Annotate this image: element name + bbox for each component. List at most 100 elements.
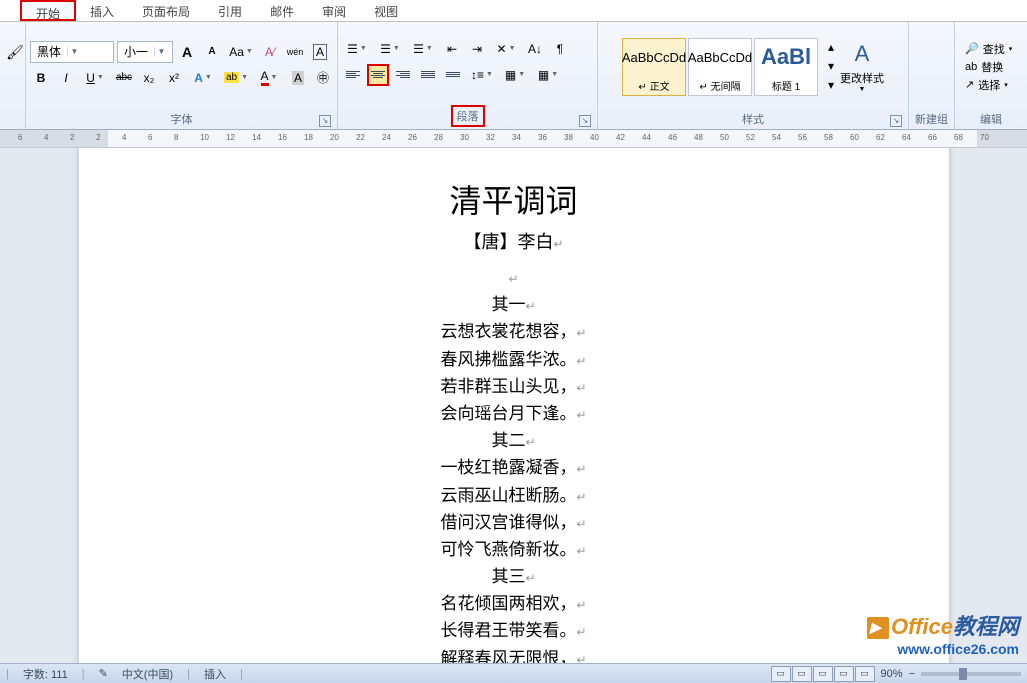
enclose-char-button[interactable]: ㊥ — [312, 67, 334, 89]
numbering-button[interactable]: ☰▼ — [375, 38, 405, 60]
shading-button[interactable]: ▦▼ — [500, 64, 530, 86]
borders-icon: ▦ — [538, 68, 549, 82]
format-painter-button[interactable]: 🖌 — [4, 42, 26, 64]
slider-thumb[interactable] — [959, 668, 967, 680]
subscript-button[interactable]: x₂ — [138, 67, 160, 89]
spellcheck-icon[interactable]: ✎ — [99, 667, 108, 680]
document-line[interactable]: 名花倾国两相欢，↵ — [179, 590, 849, 617]
style-item-nospacing[interactable]: AaBbCcDd ↵ 无间隔 — [688, 38, 752, 96]
style-gallery[interactable]: AaBbCcDd ↵ 正文 AaBbCcDd ↵ 无间隔 AaBl 标题 1 ▴… — [622, 38, 834, 96]
zoom-out-button[interactable]: − — [909, 668, 915, 680]
view-outline-button[interactable]: ▭ — [834, 666, 854, 682]
find-icon: 🔎 — [965, 42, 979, 55]
increase-indent-button[interactable]: ⇥ — [466, 38, 488, 60]
document-line[interactable]: 借问汉宫谁得似，↵ — [179, 509, 849, 536]
dec-indent-icon: ⇤ — [447, 42, 457, 56]
bullets-button[interactable]: ☰▼ — [342, 38, 372, 60]
show-marks-button[interactable]: ¶ — [549, 38, 571, 60]
highlight-button[interactable]: ab▼ — [221, 67, 251, 89]
tab-view[interactable]: 视图 — [360, 0, 412, 21]
styles-dialog-launcher[interactable]: ↘ — [890, 115, 902, 127]
superscript-button[interactable]: x² — [163, 67, 185, 89]
document-author[interactable]: 【唐】李白↵ — [179, 228, 849, 254]
find-button[interactable]: 🔎查找▾ — [965, 41, 1017, 57]
select-button[interactable]: ↗选择▾ — [965, 77, 1017, 93]
gallery-down-button[interactable]: ▾ — [820, 57, 842, 76]
document-line[interactable]: 长得君王带笑看。↵ — [179, 617, 849, 644]
font-size-combo[interactable]: 小一 ▼ — [117, 41, 173, 63]
change-styles-button[interactable]: A 更改样式 ▼ — [840, 33, 884, 101]
wordcount[interactable]: 字数: 111 — [23, 666, 68, 682]
style-item-body[interactable]: AaBbCcDd ↵ 正文 — [622, 38, 686, 96]
view-draft-button[interactable]: ▭ — [855, 666, 875, 682]
zoom-level[interactable]: 90% — [881, 668, 903, 680]
view-fullscreen-button[interactable]: ▭ — [792, 666, 812, 682]
align-left-button[interactable] — [342, 64, 364, 86]
shrink-font-icon: A — [208, 46, 215, 57]
justify-button[interactable] — [417, 64, 439, 86]
insert-mode[interactable]: 插入 — [204, 666, 226, 682]
change-case-button[interactable]: Aa▼ — [226, 41, 256, 63]
decrease-indent-button[interactable]: ⇤ — [441, 38, 463, 60]
char-border-button[interactable]: A — [309, 41, 331, 63]
style-name: ↵ 无间隔 — [697, 76, 742, 95]
style-preview: AaBl — [761, 39, 811, 76]
tab-home[interactable]: 开始 — [20, 0, 76, 21]
zoom-slider[interactable] — [921, 672, 1021, 676]
horizontal-ruler[interactable]: 6422468101214161820222426283032343638404… — [0, 130, 1027, 148]
font-color-button[interactable]: A▼ — [254, 67, 284, 89]
document-line[interactable]: 会向瑶台月下逢。↵ — [179, 400, 849, 427]
document-area[interactable]: 清平调词 【唐】李白↵ ↵ 其一↵云想衣裳花想容，↵春风拂槛露华浓。↵若非群玉山… — [0, 148, 1027, 663]
borders-button[interactable]: ▦▼ — [533, 64, 563, 86]
shrink-font-button[interactable]: A — [201, 41, 223, 63]
align-center-icon — [371, 71, 385, 78]
strike-button[interactable]: abc — [113, 67, 135, 89]
grow-font-button[interactable]: A — [176, 41, 198, 63]
view-print-button[interactable]: ▭ — [771, 666, 791, 682]
document-line[interactable]: 解释春风无限恨，↵ — [179, 645, 849, 663]
text-effect-button[interactable]: A▼ — [188, 67, 218, 89]
style-item-heading1[interactable]: AaBl 标题 1 — [754, 38, 818, 96]
sort-button[interactable]: A↓ — [524, 38, 546, 60]
tab-references[interactable]: 引用 — [204, 0, 256, 21]
document-line[interactable]: 一枝红艳露凝香，↵ — [179, 454, 849, 481]
bold-button[interactable]: B — [30, 67, 52, 89]
tab-pagelayout[interactable]: 页面布局 — [128, 0, 204, 21]
paragraph-dialog-launcher[interactable]: ↘ — [579, 115, 591, 127]
clear-format-button[interactable]: A⁄ — [259, 41, 281, 63]
align-center-button[interactable] — [367, 64, 389, 86]
tab-review[interactable]: 审阅 — [308, 0, 360, 21]
font-dialog-launcher[interactable]: ↘ — [319, 115, 331, 127]
gallery-up-button[interactable]: ▴ — [820, 38, 842, 57]
italic-button[interactable]: I — [55, 67, 77, 89]
tab-insert[interactable]: 插入 — [76, 0, 128, 21]
document-line[interactable]: ↵ — [179, 264, 849, 291]
document-line[interactable]: 可怜飞燕倚新妆。↵ — [179, 536, 849, 563]
document-line[interactable]: 云雨巫山枉断肠。↵ — [179, 482, 849, 509]
cjk-layout-button[interactable]: ✕▼ — [491, 38, 521, 60]
page[interactable]: 清平调词 【唐】李白↵ ↵ 其一↵云想衣裳花想容，↵春风拂槛露华浓。↵若非群玉山… — [79, 148, 949, 663]
gallery-more-button[interactable]: ▾ — [820, 76, 842, 95]
align-right-button[interactable] — [392, 64, 414, 86]
view-web-button[interactable]: ▭ — [813, 666, 833, 682]
section-heading[interactable]: 其二↵ — [179, 427, 849, 454]
phonetic-guide-button[interactable]: wén — [284, 41, 306, 63]
underline-icon: U — [86, 71, 95, 85]
style-name: 标题 1 — [770, 76, 802, 95]
line-spacing-button[interactable]: ↕≡▼ — [467, 64, 497, 86]
char-shading-button[interactable]: A — [287, 67, 309, 89]
document-line[interactable]: 若非群玉山头见，↵ — [179, 373, 849, 400]
section-heading[interactable]: 其一↵ — [179, 291, 849, 318]
section-heading[interactable]: 其三↵ — [179, 563, 849, 590]
document-line[interactable]: 春风拂槛露华浓。↵ — [179, 346, 849, 373]
language-status[interactable]: 中文(中国) — [122, 666, 173, 682]
case-icon: Aa — [229, 45, 244, 59]
document-line[interactable]: 云想衣裳花想容，↵ — [179, 318, 849, 345]
underline-button[interactable]: U▼ — [80, 67, 110, 89]
tab-mailings[interactable]: 邮件 — [256, 0, 308, 21]
document-title[interactable]: 清平调词 — [179, 176, 849, 222]
multilevel-button[interactable]: ☰▼ — [408, 38, 438, 60]
replace-button[interactable]: ab替换 — [965, 59, 1017, 75]
distributed-button[interactable] — [442, 64, 464, 86]
font-family-combo[interactable]: 黑体 ▼ — [30, 41, 114, 63]
